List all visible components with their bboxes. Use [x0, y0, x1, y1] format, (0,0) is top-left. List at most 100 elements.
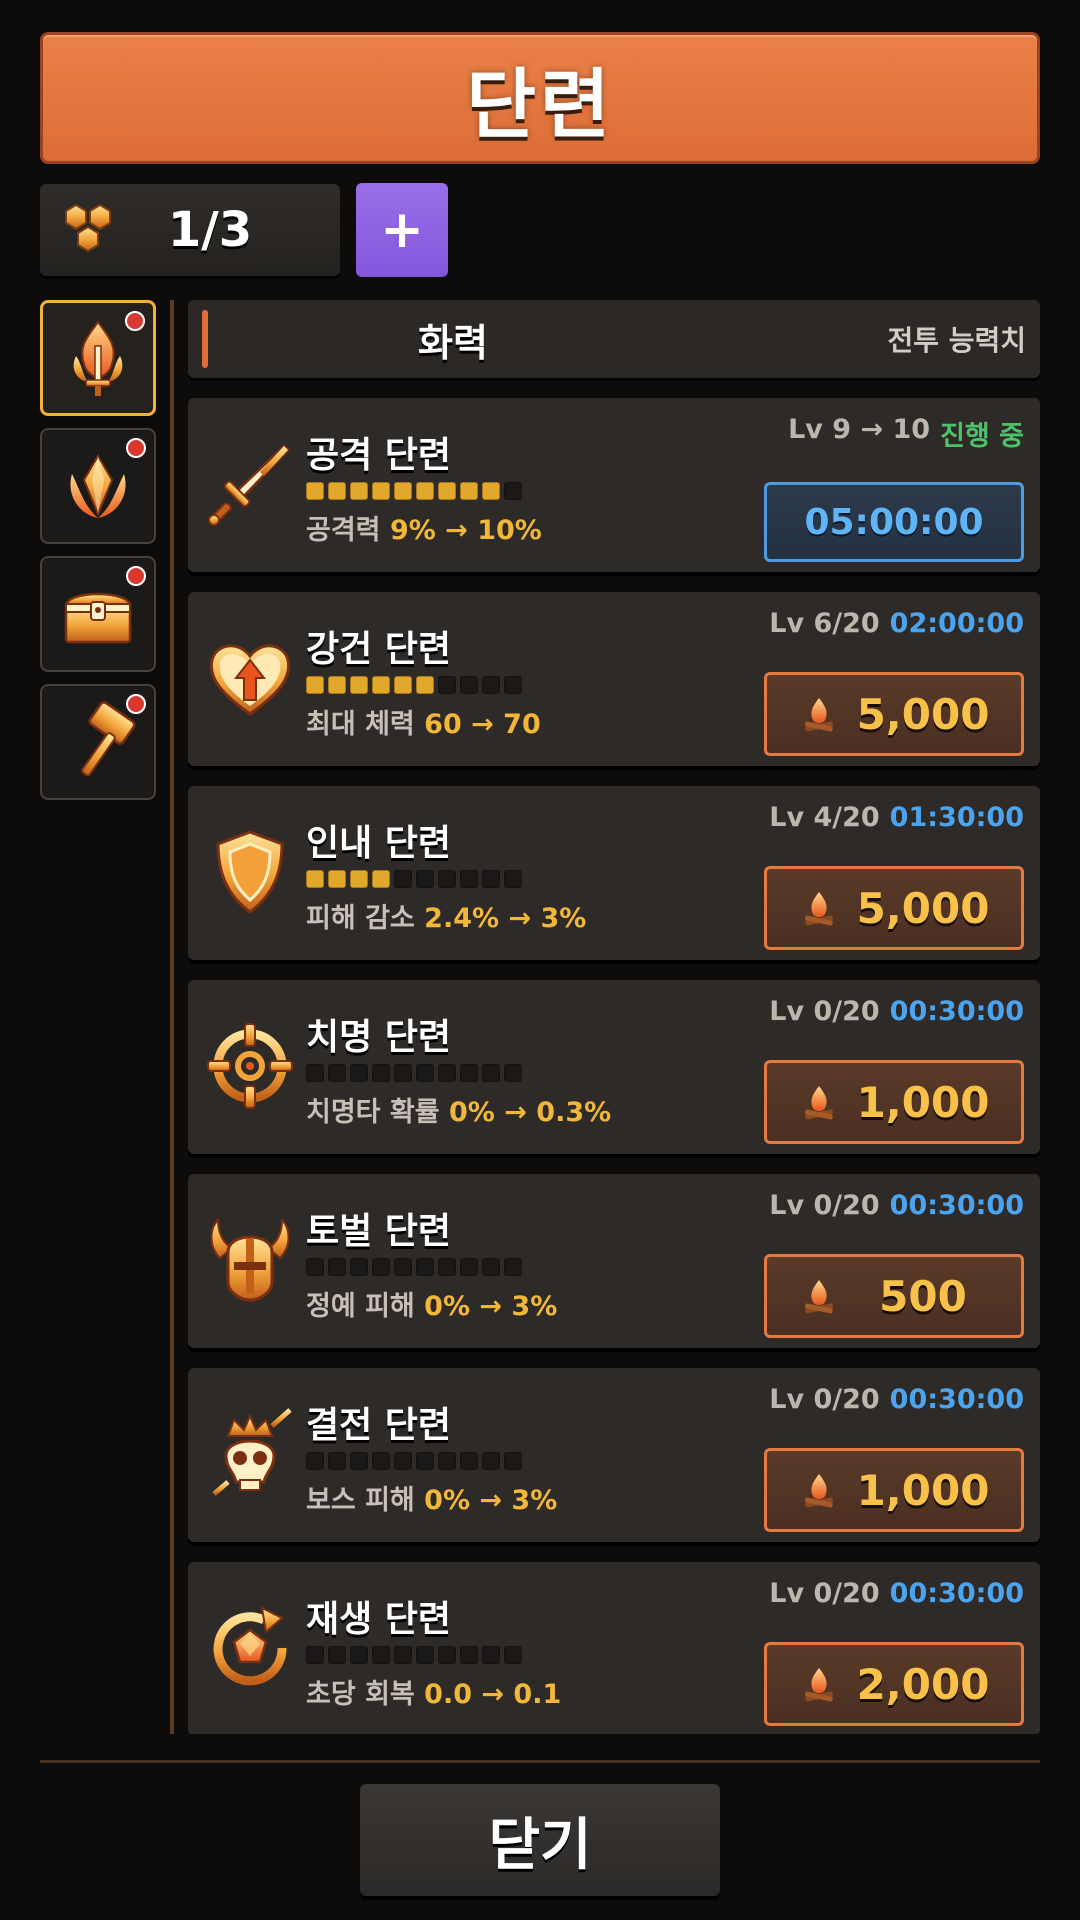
- stat-label: 최대 체력: [306, 709, 415, 740]
- level-pip-empty: [460, 1064, 478, 1082]
- level-pip-empty: [394, 1452, 412, 1470]
- level-pip-empty: [328, 1064, 346, 1082]
- level-pip-filled: [460, 482, 478, 500]
- upgrade-list[interactable]: 화력 전투 능력치 공격 단련 공격력 9% → 10% Lv 9 → 10 진…: [188, 300, 1040, 1734]
- upgrade-cost-button[interactable]: 500: [764, 1254, 1024, 1338]
- stat-label: 정예 피해: [306, 1291, 415, 1322]
- level-pip-empty: [394, 1646, 412, 1664]
- level-pip-empty: [416, 1258, 434, 1276]
- crosshair-icon: [207, 1023, 293, 1109]
- level-pip-filled: [306, 676, 324, 694]
- category-accent: [202, 310, 208, 368]
- tab-hammer[interactable]: [40, 684, 156, 800]
- cost-value: 1,000: [856, 1077, 990, 1127]
- level-pip-empty: [460, 870, 478, 888]
- upgrade-name: 공격 단련: [306, 435, 452, 476]
- level-pip-empty: [394, 870, 412, 888]
- stat-value: 0% → 3%: [424, 1485, 558, 1516]
- honeycomb-icon: [65, 203, 111, 253]
- add-slot-button[interactable]: +: [356, 183, 448, 277]
- close-button[interactable]: 닫기: [360, 1784, 720, 1896]
- level-pip-filled: [438, 482, 456, 500]
- stat-label: 공격력: [306, 515, 381, 546]
- level-pip-empty: [394, 1258, 412, 1276]
- level-pips: [306, 1452, 522, 1470]
- level-info: Lv 0/20 00:30:00: [769, 996, 1024, 1027]
- speedup-timer-button[interactable]: 05:00:00: [764, 482, 1024, 562]
- level-pip-empty: [438, 676, 456, 694]
- upgrade-stat: 정예 피해 0% → 3%: [306, 1284, 557, 1323]
- category-subtitle: 전투 능력치: [887, 324, 1026, 357]
- upgrade-name: 토벌 단련: [306, 1211, 452, 1252]
- stat-label: 보스 피해: [306, 1485, 415, 1516]
- sword-icon: [208, 444, 290, 526]
- upgrade-card-critical: 치명 단련 치명타 확률 0% → 0.3% Lv 0/20 00:30:00 …: [188, 980, 1040, 1154]
- level-info: Lv 0/20 00:30:00: [769, 1578, 1024, 1609]
- level-pip-empty: [350, 1258, 368, 1276]
- campfire-icon: [805, 1474, 833, 1508]
- level-pip-empty: [460, 1646, 478, 1664]
- level-pip-empty: [306, 1064, 324, 1082]
- upgrade-card-attack: 공격 단련 공격력 9% → 10% Lv 9 → 10 진행 중 05:00:…: [188, 398, 1040, 572]
- upgrade-card-endurance: 인내 단련 피해 감소 2.4% → 3% Lv 4/20 01:30:00 5…: [188, 786, 1040, 960]
- category-header: 화력 전투 능력치: [188, 300, 1040, 378]
- level-pip-empty: [394, 1064, 412, 1082]
- cost-value: 500: [879, 1271, 967, 1321]
- upgrade-cost-button[interactable]: 5,000: [764, 866, 1024, 950]
- campfire-icon: [805, 1086, 833, 1120]
- level-pip-empty: [504, 676, 522, 694]
- duration-text: 00:30:00: [889, 1384, 1024, 1415]
- level-pips: [306, 676, 522, 694]
- level-pip-filled: [372, 482, 390, 500]
- level-pip-filled: [372, 676, 390, 694]
- level-pip-filled: [394, 676, 412, 694]
- treasure-chest-icon: [64, 592, 132, 644]
- level-pips: [306, 870, 522, 888]
- level-pip-empty: [416, 1064, 434, 1082]
- hammer-icon: [81, 701, 136, 777]
- level-pip-empty: [504, 482, 522, 500]
- level-pip-empty: [438, 1646, 456, 1664]
- close-label: 닫기: [488, 1812, 592, 1878]
- upgrade-cost-button[interactable]: 2,000: [764, 1642, 1024, 1726]
- upgrade-card-elite: 토벌 단련 정예 피해 0% → 3% Lv 0/20 00:30:00 500: [188, 1174, 1040, 1348]
- campfire-icon: [805, 1280, 833, 1314]
- horned-helmet-icon: [210, 1217, 290, 1302]
- level-pip-empty: [482, 1452, 500, 1470]
- upgrade-cost-button[interactable]: 1,000: [764, 1448, 1024, 1532]
- level-pip-filled: [306, 870, 324, 888]
- upgrade-name: 강건 단련: [306, 629, 452, 670]
- level-pip-filled: [328, 482, 346, 500]
- stat-label: 피해 감소: [306, 903, 415, 934]
- level-text: Lv 0/20: [769, 996, 880, 1027]
- tab-firepower[interactable]: [40, 300, 156, 416]
- heart-up-icon: [209, 644, 291, 716]
- tab-chest[interactable]: [40, 556, 156, 672]
- stat-value: 0% → 3%: [424, 1291, 558, 1322]
- notification-dot: [126, 438, 146, 458]
- level-pip-empty: [460, 676, 478, 694]
- campfire-icon: [805, 1668, 833, 1702]
- upgrade-name: 재생 단련: [306, 1599, 452, 1640]
- level-pip-filled: [350, 482, 368, 500]
- stat-value: 0.0 → 0.1: [424, 1679, 562, 1710]
- fire-crystal-icon: [70, 454, 126, 518]
- tab-crystal[interactable]: [40, 428, 156, 544]
- campfire-icon: [805, 698, 833, 732]
- in-progress-label: 진행 중: [940, 421, 1024, 452]
- level-pip-empty: [504, 1452, 522, 1470]
- vertical-divider: [170, 300, 174, 1734]
- level-pip-empty: [328, 1646, 346, 1664]
- upgrade-stat: 치명타 확률 0% → 0.3%: [306, 1090, 611, 1129]
- stat-label: 치명타 확률: [306, 1097, 440, 1128]
- level-pip-empty: [306, 1646, 324, 1664]
- level-pip-empty: [482, 1258, 500, 1276]
- stat-value: 0% → 0.3%: [449, 1097, 612, 1128]
- campfire-icon: [805, 892, 833, 926]
- level-pip-empty: [350, 1452, 368, 1470]
- upgrade-cost-button[interactable]: 5,000: [764, 672, 1024, 756]
- upgrade-cost-button[interactable]: 1,000: [764, 1060, 1024, 1144]
- level-pip-filled: [416, 676, 434, 694]
- shield-icon: [216, 830, 284, 914]
- level-text: Lv 0/20: [769, 1578, 880, 1609]
